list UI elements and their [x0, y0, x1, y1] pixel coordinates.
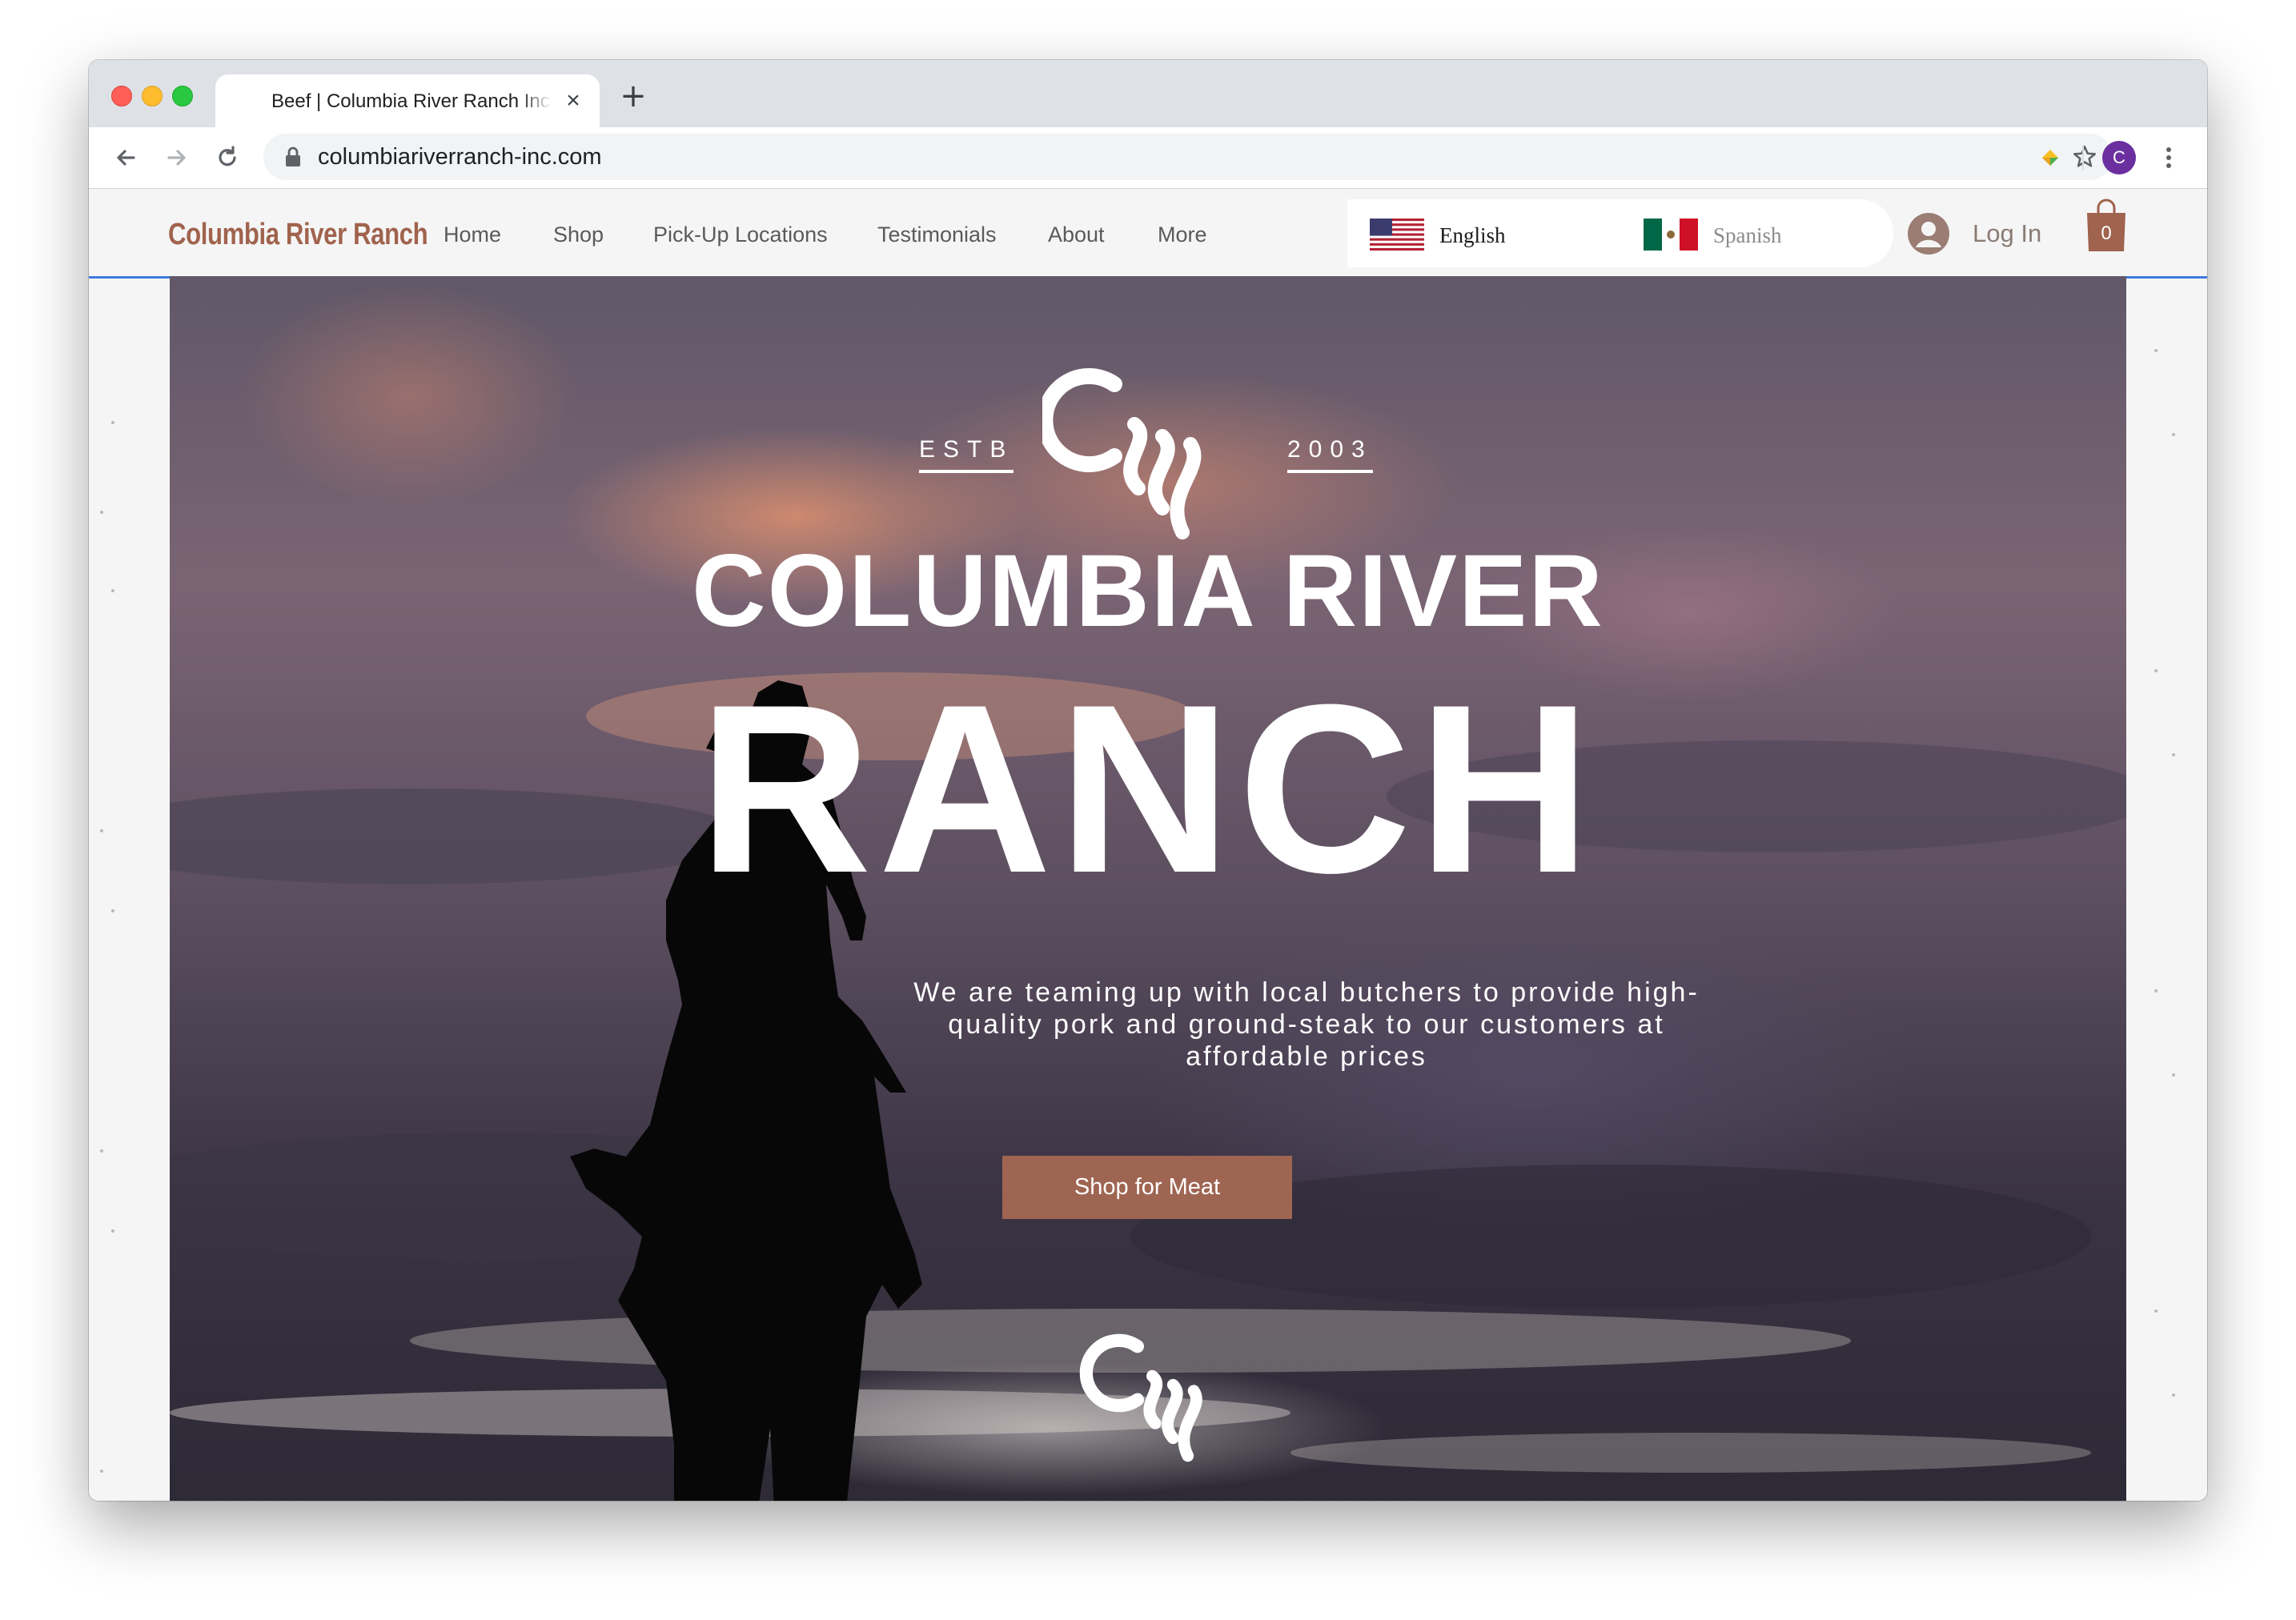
decor-dot — [2154, 349, 2158, 352]
decor-dot — [2154, 1309, 2158, 1313]
web-page: Columbia River Ranch Home Shop Pick-Up L… — [89, 189, 2207, 1501]
decor-dot — [111, 909, 114, 912]
browser-tab-active[interactable]: Beef | Columbia River Ranch Inc × — [215, 74, 600, 127]
bookmark-star-icon[interactable] — [2071, 143, 2098, 170]
language-spanish[interactable]: Spanish — [1612, 199, 1884, 267]
user-avatar-icon[interactable] — [1908, 213, 1949, 255]
cart-button[interactable]: 0 — [2084, 198, 2129, 255]
decor-dot — [100, 829, 103, 832]
close-window-button[interactable] — [111, 86, 132, 106]
decor-dot — [111, 421, 114, 424]
established-label: ESTB — [919, 436, 1014, 473]
decor-dot — [111, 589, 114, 592]
browser-menu-icon[interactable] — [2149, 138, 2188, 177]
language-english-label: English — [1439, 223, 1506, 247]
hero-title-line1: COLUMBIA RIVER — [692, 534, 1604, 648]
login-link[interactable]: Log In — [1973, 219, 2041, 248]
maximize-window-button[interactable] — [172, 86, 193, 106]
toolbar-divider — [2082, 145, 2084, 170]
address-bar[interactable]: columbiariverranch-inc.com — [263, 134, 2113, 180]
lock-icon — [286, 146, 300, 166]
nav-shop[interactable]: Shop — [553, 223, 604, 247]
reload-icon[interactable] — [211, 142, 243, 174]
established-year: 2003 — [1287, 436, 1373, 473]
browser-window: Beef | Columbia River Ranch Inc × + colu… — [89, 60, 2207, 1501]
forward-arrow-icon[interactable] — [161, 142, 193, 174]
decor-dot — [100, 511, 103, 514]
decor-dot — [2172, 1073, 2175, 1077]
profile-avatar[interactable]: C — [2102, 141, 2136, 174]
tab-strip: Beef | Columbia River Ranch Inc × + — [89, 60, 2207, 127]
browser-toolbar: columbiariverranch-inc.com C — [89, 127, 2207, 189]
decor-dot — [100, 1470, 103, 1473]
ranch-logo-mark-small-icon — [1079, 1333, 1202, 1462]
nav-testimonials[interactable]: Testimonials — [877, 223, 997, 247]
back-arrow-icon[interactable] — [110, 142, 142, 174]
ranch-logo-mark-icon — [1042, 368, 1202, 539]
tab-close-icon[interactable]: × — [561, 89, 585, 113]
language-spanish-label: Spanish — [1713, 223, 1782, 247]
nav-pickup-locations[interactable]: Pick-Up Locations — [653, 223, 828, 247]
minimize-window-button[interactable] — [142, 86, 163, 106]
tab-title: Beef | Columbia River Ranch Inc — [271, 89, 552, 114]
us-flag-icon — [1370, 219, 1424, 251]
new-tab-button[interactable]: + — [617, 80, 649, 113]
nav-more[interactable]: More — [1158, 223, 1207, 247]
shop-for-meat-button[interactable]: Shop for Meat — [1002, 1156, 1292, 1219]
site-logo[interactable]: Columbia River Ranch — [168, 218, 428, 252]
hero-title-line2: RANCH — [698, 654, 1598, 923]
decor-dot — [2172, 753, 2175, 756]
language-selector: English Spanish — [1347, 199, 1893, 267]
decor-dot — [2172, 433, 2175, 436]
hero-tagline: We are teaming up with local butchers to… — [913, 977, 1700, 1072]
cart-count: 0 — [2101, 223, 2112, 244]
hero-banner: ESTB 2003 COLUMBIA RIVER RANCH We are te… — [170, 276, 2126, 1501]
decor-dot — [2172, 1393, 2175, 1397]
decor-dot — [100, 1149, 103, 1153]
mexico-flag-icon — [1644, 219, 1698, 251]
decor-dot — [2154, 989, 2158, 992]
site-header: Columbia River Ranch Home Shop Pick-Up L… — [89, 189, 2207, 279]
extension-icon[interactable] — [2031, 138, 2069, 177]
nav-about[interactable]: About — [1048, 223, 1105, 247]
url-text: columbiariverranch-inc.com — [318, 144, 602, 170]
decor-dot — [2154, 669, 2158, 672]
decor-dot — [111, 1229, 114, 1233]
language-english[interactable]: English — [1347, 199, 1604, 267]
nav-home[interactable]: Home — [444, 223, 501, 247]
